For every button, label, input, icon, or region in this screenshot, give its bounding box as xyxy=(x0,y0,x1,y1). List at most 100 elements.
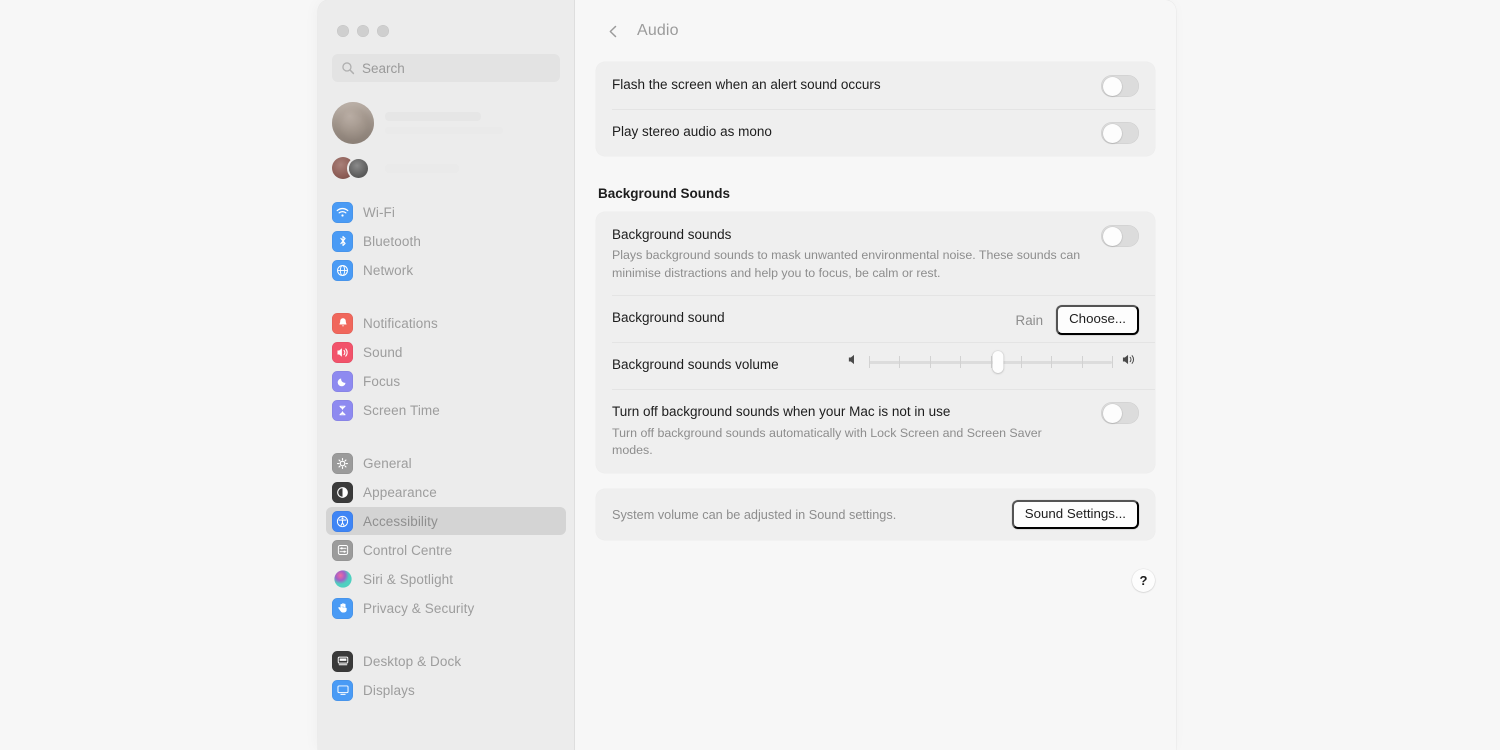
sidebar-item-label: Focus xyxy=(363,374,400,389)
slider-tick xyxy=(869,356,870,368)
sidebar-item-bluetooth[interactable]: Bluetooth xyxy=(326,227,566,255)
sound-icon xyxy=(332,342,353,363)
displays-icon xyxy=(332,680,353,701)
sidebar-item-appearance[interactable]: Appearance xyxy=(326,478,566,506)
account-row-family[interactable] xyxy=(318,150,574,186)
slider-tick xyxy=(899,356,900,368)
slider-track-area[interactable] xyxy=(869,351,1112,373)
sidebar-item-label: Siri & Spotlight xyxy=(363,572,453,587)
sidebar-group-0: Wi-Fi Bluetooth Network xyxy=(318,190,574,292)
speaker-high-icon xyxy=(1121,353,1139,371)
sidebar-divider xyxy=(332,296,560,297)
row-stereo-mono[interactable]: Play stereo audio as mono xyxy=(596,109,1155,156)
sidebar-item-siri-spotlight[interactable]: Siri & Spotlight xyxy=(326,565,566,593)
chevron-left-icon xyxy=(606,24,621,39)
background-sounds-description: Plays background sounds to mask unwanted… xyxy=(612,247,1082,282)
background-sounds-label: Background sounds xyxy=(612,226,1101,244)
row-flash-screen[interactable]: Flash the screen when an alert sound occ… xyxy=(596,62,1155,109)
family-label-redacted xyxy=(385,164,459,173)
sidebar-item-notifications[interactable]: Notifications xyxy=(326,309,566,337)
turn-off-background-sounds-label: Turn off background sounds when your Mac… xyxy=(612,403,1101,421)
turn-off-background-sounds-toggle[interactable] xyxy=(1101,402,1139,424)
account-subtitle-redacted xyxy=(385,127,503,134)
sidebar-item-wi-fi[interactable]: Wi-Fi xyxy=(326,198,566,226)
close-button[interactable] xyxy=(337,25,349,37)
background-sounds-volume-label: Background sounds volume xyxy=(612,356,847,374)
sidebar-item-label: Screen Time xyxy=(363,403,440,418)
user-avatar xyxy=(332,102,374,144)
slider-tick xyxy=(1051,356,1052,368)
row-background-sounds[interactable]: Background sounds Plays background sound… xyxy=(596,212,1155,295)
search-placeholder: Search xyxy=(362,61,405,76)
general-icon xyxy=(332,453,353,474)
sound-settings-button[interactable]: Sound Settings... xyxy=(1012,500,1139,530)
help-button[interactable]: ? xyxy=(1132,569,1155,592)
notifications-icon xyxy=(332,313,353,334)
pane-header: Audio xyxy=(596,0,1155,62)
slider-tick xyxy=(1082,356,1083,368)
system-settings-window: Search Wi-Fi Bluetooth Network Notification… xyxy=(318,0,1176,750)
sidebar-divider xyxy=(332,436,560,437)
accounts-section xyxy=(318,82,574,190)
focus-icon xyxy=(332,371,353,392)
sound-settings-footer: System volume can be adjusted in Sound s… xyxy=(596,489,1155,541)
row-background-sound-choice[interactable]: Background sound Rain Choose... xyxy=(596,295,1155,342)
row-flash-screen-label: Flash the screen when an alert sound occ… xyxy=(612,76,1101,94)
sidebar-item-label: Desktop & Dock xyxy=(363,654,461,669)
sidebar-item-network[interactable]: Network xyxy=(326,256,566,284)
background-sounds-heading: Background Sounds xyxy=(596,172,1155,212)
sidebar-item-label: Bluetooth xyxy=(363,234,421,249)
sidebar-item-privacy-security[interactable]: Privacy & Security xyxy=(326,594,566,622)
desktop-dock-icon xyxy=(332,651,353,672)
account-row-user[interactable] xyxy=(318,96,574,150)
back-button[interactable] xyxy=(602,20,624,42)
background-sound-value: Rain xyxy=(1016,313,1044,328)
search-input[interactable]: Search xyxy=(332,54,560,82)
row-background-sounds-volume: Background sounds volume xyxy=(596,342,1155,389)
sidebar-item-screen-time[interactable]: Screen Time xyxy=(326,396,566,424)
sidebar: Search Wi-Fi Bluetooth Network Notification… xyxy=(318,0,575,750)
speaker-low-icon xyxy=(847,353,860,371)
page-title: Audio xyxy=(637,22,679,40)
background-sound-label: Background sound xyxy=(612,309,1016,327)
siri-icon xyxy=(332,569,353,590)
sidebar-item-general[interactable]: General xyxy=(326,449,566,477)
slider-thumb[interactable] xyxy=(992,351,1003,373)
slider-tick xyxy=(930,356,931,368)
slider-tick xyxy=(1021,356,1022,368)
appearance-icon xyxy=(332,482,353,503)
sidebar-item-label: Displays xyxy=(363,683,415,698)
account-name-redacted xyxy=(385,112,481,121)
sidebar-item-desktop-dock[interactable]: Desktop & Dock xyxy=(326,647,566,675)
control-centre-icon xyxy=(332,540,353,561)
sidebar-group-1: Notifications Sound Focus Screen Time xyxy=(318,301,574,432)
sidebar-item-focus[interactable]: Focus xyxy=(326,367,566,395)
traffic-lights xyxy=(318,0,574,37)
slider-tick xyxy=(1112,356,1113,368)
choose-sound-button[interactable]: Choose... xyxy=(1056,305,1139,335)
search-icon xyxy=(341,61,355,75)
sidebar-group-2: General Appearance AccessibilityControl Ce… xyxy=(318,441,574,630)
sidebar-item-accessibility[interactable]: Accessibility xyxy=(326,507,566,535)
background-sounds-card: Background sounds Plays background sound… xyxy=(596,212,1155,473)
sidebar-item-label: Appearance xyxy=(363,485,437,500)
zoom-button[interactable] xyxy=(377,25,389,37)
screen-time-icon xyxy=(332,400,353,421)
row-stereo-mono-label: Play stereo audio as mono xyxy=(612,123,1101,141)
sidebar-item-sound[interactable]: Sound xyxy=(326,338,566,366)
sidebar-item-control-centre[interactable]: Control Centre xyxy=(326,536,566,564)
content-pane: Audio Flash the screen when an alert sou… xyxy=(575,0,1176,750)
accessibility-icon xyxy=(332,511,353,532)
minimize-button[interactable] xyxy=(357,25,369,37)
sidebar-group-3: Desktop & Dock Displays xyxy=(318,639,574,712)
sidebar-item-displays[interactable]: Displays xyxy=(326,676,566,704)
row-turn-off-background-sounds[interactable]: Turn off background sounds when your Mac… xyxy=(596,389,1155,472)
sidebar-item-label: Wi-Fi xyxy=(363,205,395,220)
privacy-icon xyxy=(332,598,353,619)
sidebar-item-label: Sound xyxy=(363,345,403,360)
flash-screen-toggle[interactable] xyxy=(1101,75,1139,97)
slider-tick xyxy=(960,356,961,368)
background-sounds-volume-slider[interactable] xyxy=(847,351,1139,373)
stereo-as-mono-toggle[interactable] xyxy=(1101,122,1139,144)
background-sounds-toggle[interactable] xyxy=(1101,225,1139,247)
